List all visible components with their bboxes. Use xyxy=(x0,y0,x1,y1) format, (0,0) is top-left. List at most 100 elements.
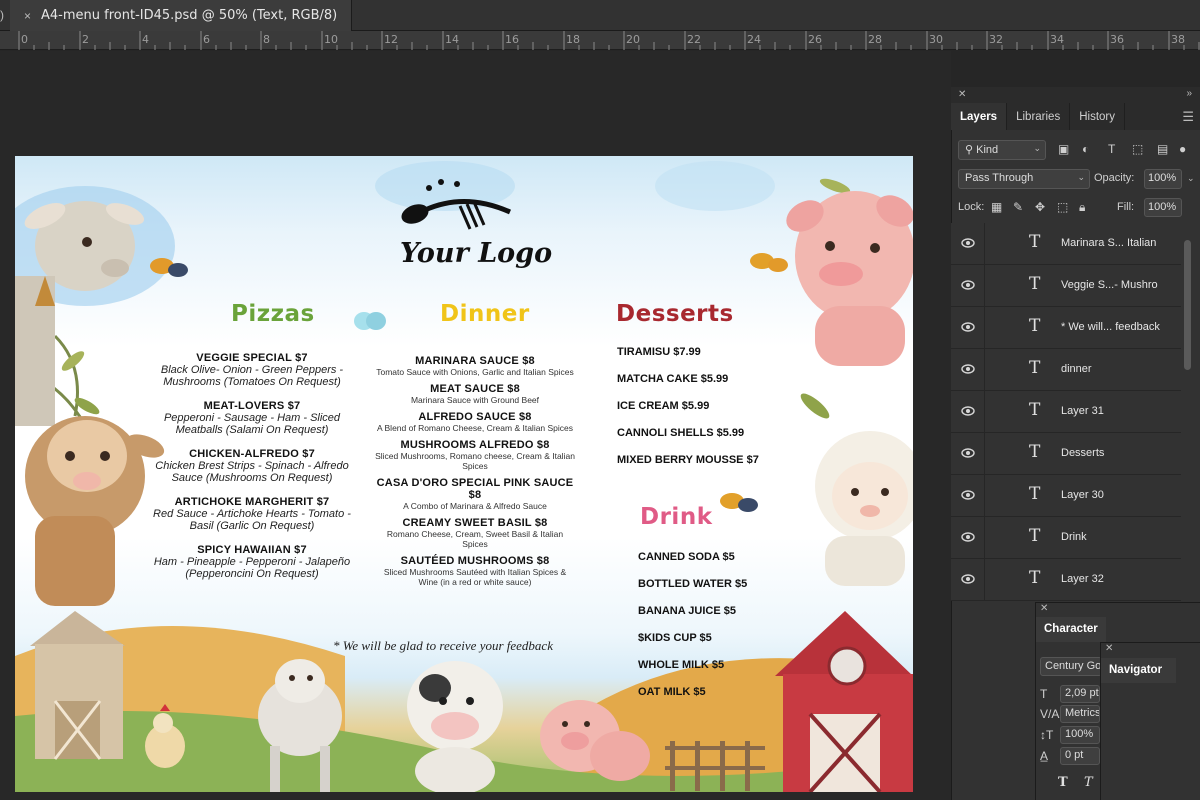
tab-history[interactable]: History xyxy=(1070,103,1125,130)
text-layer-icon: T xyxy=(1029,568,1041,588)
layer-row[interactable]: T Desserts xyxy=(951,433,1181,475)
panel-menu-icon[interactable]: ☰ xyxy=(1182,109,1194,125)
lock-position-icon[interactable]: ✥ xyxy=(1035,200,1045,214)
item-title: ARTICHOKE MARGHERIT $7 xyxy=(174,496,330,508)
close-icon[interactable]: ✕ xyxy=(958,89,966,100)
eye-icon[interactable] xyxy=(961,405,975,417)
eye-icon[interactable] xyxy=(961,531,975,543)
item-title: VEGGIE SPECIAL $7 xyxy=(196,352,308,364)
layers-scrollbar[interactable] xyxy=(1184,240,1191,370)
item-description: Romano Cheese, Cream, Sweet Basil & Ital… xyxy=(386,529,564,549)
list-item: OAT MILK $5 xyxy=(638,686,706,698)
blend-mode-value: Pass Through xyxy=(965,172,1034,184)
lock-transparent-icon[interactable]: ▦ xyxy=(991,200,1002,214)
kerning-input[interactable]: Metrics xyxy=(1060,705,1100,723)
layer-row[interactable]: T Marinara S... Italian xyxy=(951,223,1181,265)
layer-name[interactable]: Layer 30 xyxy=(1061,489,1104,501)
list-item: MATCHA CAKE $5.99 xyxy=(617,373,729,385)
shape-filter-icon[interactable]: ⬚ xyxy=(1132,142,1143,156)
fill-label: Fill: xyxy=(1117,201,1135,213)
item-description: Chicken Brest Strips - Spinach - Alfredo… xyxy=(155,460,349,484)
layer-row[interactable]: Tdinner xyxy=(951,349,1181,391)
ruler-label: 34 xyxy=(1050,33,1064,46)
layer-name[interactable]: Drink xyxy=(1061,531,1087,543)
kind-value: Kind xyxy=(976,144,999,156)
ruler-label: 12 xyxy=(384,33,398,46)
blend-mode-select[interactable]: Pass Through ⌄ xyxy=(958,169,1090,189)
tab-character[interactable]: Character xyxy=(1036,617,1106,642)
font-size-input[interactable]: 2,09 pt xyxy=(1060,685,1100,703)
dinner-column: MARINARA SAUCE $8 Tomato Sauce with Onio… xyxy=(375,355,575,593)
eye-icon[interactable] xyxy=(961,237,975,249)
layer-name[interactable]: Marinara S... Italian xyxy=(1061,237,1156,249)
item-title: MUSHROOMS ALFREDO $8 xyxy=(400,439,550,451)
lock-image-icon[interactable]: ✎ xyxy=(1013,200,1023,214)
document-tab-bar: ) × A4-menu front-ID45.psd @ 50% (Text, … xyxy=(0,0,1200,31)
previous-tab-fragment[interactable]: ) xyxy=(0,8,4,22)
tab-layers[interactable]: Layers xyxy=(951,103,1008,130)
text-layer-icon: T xyxy=(1029,442,1041,462)
layer-row[interactable]: T Layer 30 xyxy=(951,475,1181,517)
eye-icon[interactable] xyxy=(961,363,975,375)
faux-bold-button[interactable]: T xyxy=(1058,775,1068,790)
opacity-input[interactable]: 100% xyxy=(1144,169,1182,189)
ruler-label: 0 xyxy=(21,33,28,46)
faux-italic-button[interactable]: T xyxy=(1084,775,1093,790)
tab-navigator[interactable]: Navigator xyxy=(1101,658,1176,683)
close-icon[interactable]: × xyxy=(24,9,31,23)
list-item: ICE CREAM $5.99 xyxy=(617,400,710,412)
font-size-icon: T xyxy=(1040,687,1048,701)
collapse-icon[interactable]: » xyxy=(1186,88,1192,99)
layer-name[interactable]: Desserts xyxy=(1061,447,1104,459)
baseline-shift-input[interactable]: 0 pt xyxy=(1060,747,1100,765)
layer-row[interactable]: T Veggie S...- Mushro xyxy=(951,265,1181,307)
item-description: A Combo of Marinara & Alfredo Sauce xyxy=(403,501,547,511)
close-icon[interactable]: ✕ xyxy=(1040,603,1048,614)
document-title: A4-menu front-ID45.psd @ 50% (Text, RGB/… xyxy=(41,8,338,23)
tab-libraries[interactable]: Libraries xyxy=(1007,103,1071,130)
close-icon[interactable]: ✕ xyxy=(1105,643,1113,654)
eye-icon[interactable] xyxy=(961,447,975,459)
item-description: Ham - Pineapple - Pepperoni - Jalapeño (… xyxy=(153,556,351,580)
layer-name[interactable]: * We will... feedback xyxy=(1061,321,1160,333)
layer-name[interactable]: Layer 31 xyxy=(1061,405,1104,417)
eye-icon[interactable] xyxy=(961,279,975,291)
layer-name[interactable]: Layer 32 xyxy=(1061,573,1104,585)
eye-icon[interactable] xyxy=(961,489,975,501)
fill-input[interactable]: 100% xyxy=(1144,198,1182,217)
vertical-scale-input[interactable]: 100% xyxy=(1060,726,1100,744)
image-filter-icon[interactable]: ▣ xyxy=(1058,142,1069,156)
ruler-label: 26 xyxy=(808,33,822,46)
row-divider xyxy=(984,349,985,391)
filter-toggle-icon[interactable]: ● xyxy=(1179,142,1186,156)
ruler-label: 14 xyxy=(445,33,459,46)
adjustment-filter-icon[interactable]: ◐ xyxy=(1082,142,1089,156)
type-filter-icon[interactable]: T xyxy=(1108,142,1115,156)
chevron-down-icon[interactable]: ⌄ xyxy=(1187,173,1195,184)
chevron-down-icon: ⌄ xyxy=(1033,143,1041,153)
eye-icon[interactable] xyxy=(961,321,975,333)
layer-row[interactable]: T Drink xyxy=(951,517,1181,559)
font-family-select[interactable]: Century Go xyxy=(1040,657,1102,676)
eye-icon[interactable] xyxy=(961,573,975,585)
lock-artboard-icon[interactable]: ⬚ xyxy=(1057,200,1068,214)
layer-row[interactable]: T Layer 31 xyxy=(951,391,1181,433)
layer-name[interactable]: Veggie S...- Mushro xyxy=(1061,279,1158,291)
layer-row[interactable]: T Layer 32 xyxy=(951,559,1181,601)
text-layer-icon: T xyxy=(1029,274,1041,294)
layer-row[interactable]: T * We will... feedback xyxy=(951,307,1181,349)
list-item: CREAMY SWEET BASIL $8 Romano Cheese, Cre… xyxy=(375,517,575,549)
desserts-heading: Desserts xyxy=(616,301,734,327)
lock-all-icon[interactable]: 🔒︎ xyxy=(1079,200,1085,215)
list-item: MEAT-LOVERS $7 Pepperoni - Sausage - Ham… xyxy=(152,400,352,436)
row-divider xyxy=(984,223,985,265)
list-item: ALFREDO SAUCE $8 A Blend of Romano Chees… xyxy=(375,411,575,433)
kind-filter-select[interactable]: ⚲ Kind ⌄ xyxy=(958,140,1046,160)
layer-name[interactable]: dinner xyxy=(1061,363,1092,375)
smart-object-filter-icon[interactable]: ▤ xyxy=(1157,142,1168,156)
panel-header-strip: ✕ » xyxy=(951,87,1200,103)
text-layer-icon: T xyxy=(1029,316,1041,336)
menu-document[interactable]: Your Logo Pizzas Dinner Desserts Drink V… xyxy=(15,156,913,792)
document-tab[interactable]: × A4-menu front-ID45.psd @ 50% (Text, RG… xyxy=(10,0,353,31)
horizontal-ruler[interactable]: 0 2 4 6 8 10 12 14 16 18 20 22 24 26 28 30 32 34 36 38 xyxy=(0,31,1200,50)
